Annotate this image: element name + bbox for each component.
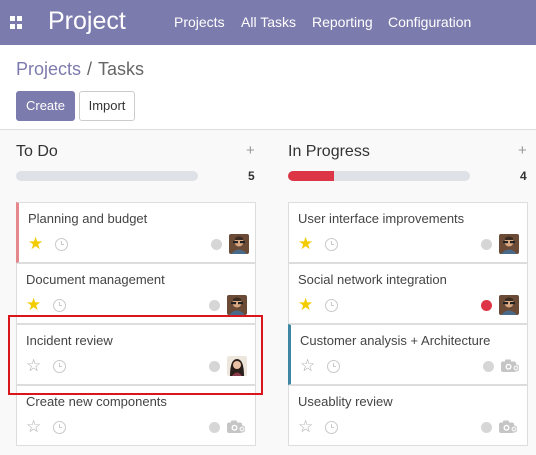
apps-menu-icon[interactable] xyxy=(10,16,23,29)
status-dot[interactable] xyxy=(481,239,492,250)
task-card[interactable]: Social network integration ★ xyxy=(288,263,528,324)
status-dot[interactable] xyxy=(209,361,220,372)
task-card[interactable]: Create new components ☆ xyxy=(16,385,256,446)
task-title[interactable]: Create new components xyxy=(26,394,167,409)
column-add-icon[interactable]: + xyxy=(518,142,527,159)
import-button[interactable]: Import xyxy=(79,91,135,121)
camera-icon[interactable] xyxy=(501,359,520,372)
column-progress-bar[interactable] xyxy=(288,171,470,181)
clock-icon[interactable] xyxy=(53,360,66,373)
woman-avatar[interactable] xyxy=(227,356,247,376)
status-dot[interactable] xyxy=(209,300,220,311)
task-title[interactable]: Social network integration xyxy=(298,272,447,287)
column-title-todo: To Do xyxy=(16,143,58,160)
task-card[interactable]: Customer analysis + Architecture ☆ xyxy=(288,324,528,385)
status-dot[interactable] xyxy=(209,422,220,433)
camera-icon[interactable] xyxy=(499,420,518,433)
camera-icon[interactable] xyxy=(227,420,246,433)
clock-icon[interactable] xyxy=(325,299,338,312)
task-card[interactable]: Useablity review ☆ xyxy=(288,385,528,446)
progress-fill xyxy=(288,171,334,181)
task-title[interactable]: Document management xyxy=(26,272,165,287)
breadcrumb: Projects / Tasks xyxy=(16,59,144,80)
man-avatar[interactable] xyxy=(499,234,519,254)
create-button[interactable]: Create xyxy=(16,91,75,121)
clock-icon[interactable] xyxy=(55,238,68,251)
star-filled-icon[interactable]: ★ xyxy=(298,296,313,313)
breadcrumb-projects[interactable]: Projects xyxy=(16,59,81,79)
star-outline-icon[interactable]: ☆ xyxy=(298,418,313,435)
man-avatar[interactable] xyxy=(229,234,249,254)
clock-icon[interactable] xyxy=(53,421,66,434)
breadcrumb-tasks: Tasks xyxy=(98,59,145,79)
star-outline-icon[interactable]: ☆ xyxy=(300,357,315,374)
star-outline-icon[interactable]: ☆ xyxy=(26,418,41,435)
status-dot[interactable] xyxy=(483,361,494,372)
man-avatar[interactable] xyxy=(227,295,247,315)
column-progress-bar[interactable] xyxy=(16,171,198,181)
menu-configuration[interactable]: Configuration xyxy=(388,14,471,30)
task-card[interactable]: Document management ★ xyxy=(16,263,256,324)
clock-icon[interactable] xyxy=(327,360,340,373)
task-title[interactable]: Useablity review xyxy=(298,394,393,409)
clock-icon[interactable] xyxy=(325,238,338,251)
control-panel: Projects / Tasks Create Import xyxy=(0,45,536,130)
menu-all-tasks[interactable]: All Tasks xyxy=(241,14,296,30)
star-filled-icon[interactable]: ★ xyxy=(298,235,313,252)
column-in-progress: User interface improvements ★ Social netwo… xyxy=(288,202,528,455)
star-filled-icon[interactable]: ★ xyxy=(28,235,43,252)
column-count: 4 xyxy=(520,169,527,183)
task-card[interactable]: Planning and budget ★ xyxy=(16,202,256,263)
top-navbar: Project Projects All Tasks Reporting Con… xyxy=(0,0,536,45)
clock-icon[interactable] xyxy=(53,299,66,312)
man-avatar[interactable] xyxy=(499,295,519,315)
task-card[interactable]: Incident review ☆ xyxy=(16,324,256,385)
column-todo: Planning and budget ★ Document management ★… xyxy=(16,202,256,455)
task-title[interactable]: Planning and budget xyxy=(28,211,147,226)
task-title[interactable]: Customer analysis + Architecture xyxy=(300,333,490,348)
status-dot[interactable] xyxy=(211,239,222,250)
app-brand[interactable]: Project xyxy=(48,7,126,36)
column-title-in-progress: In Progress xyxy=(288,143,370,160)
breadcrumb-separator: / xyxy=(87,59,93,79)
status-dot[interactable] xyxy=(481,300,492,311)
menu-reporting[interactable]: Reporting xyxy=(312,14,373,30)
menu-projects[interactable]: Projects xyxy=(174,14,225,30)
column-add-icon[interactable]: + xyxy=(246,142,255,159)
clock-icon[interactable] xyxy=(325,421,338,434)
star-filled-icon[interactable]: ★ xyxy=(26,296,41,313)
task-title[interactable]: User interface improvements xyxy=(298,211,464,226)
column-count: 5 xyxy=(248,169,255,183)
task-title[interactable]: Incident review xyxy=(26,333,113,348)
status-dot[interactable] xyxy=(481,422,492,433)
star-outline-icon[interactable]: ☆ xyxy=(26,357,41,374)
task-card[interactable]: User interface improvements ★ xyxy=(288,202,528,263)
